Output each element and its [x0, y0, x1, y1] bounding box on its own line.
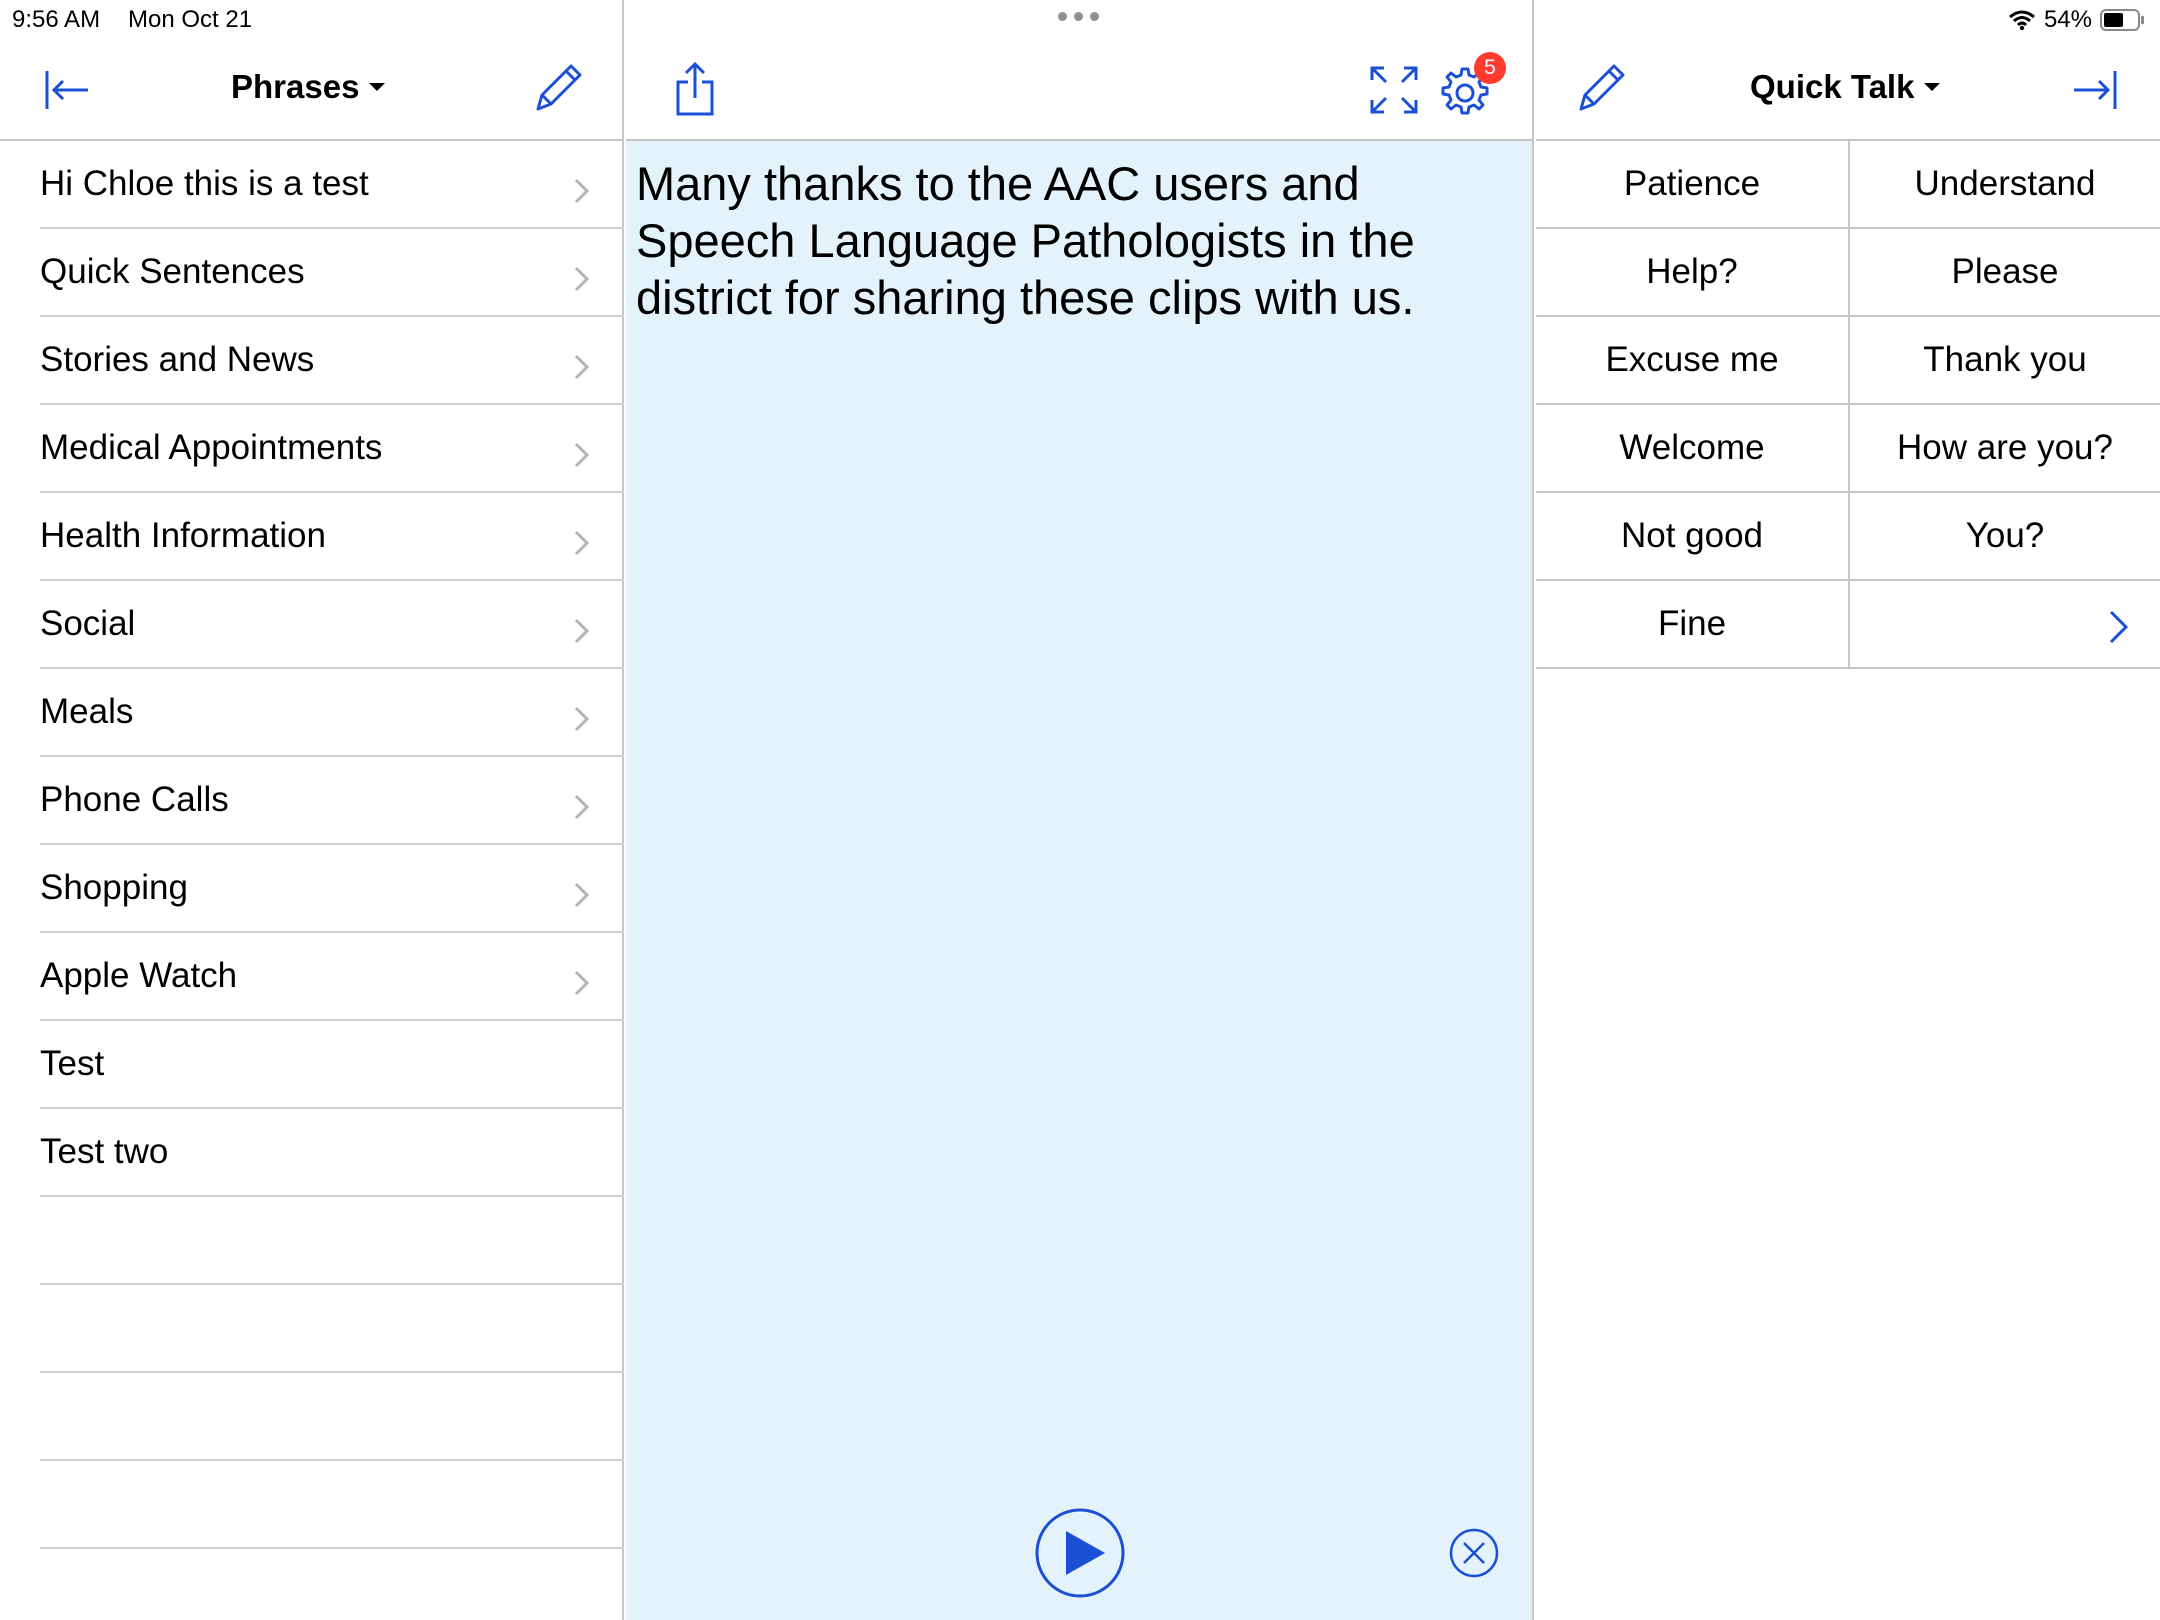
- dropdown-caret-icon: [1924, 83, 1941, 91]
- chevron-right-icon: [574, 349, 590, 389]
- status-date: Mon Oct 21: [128, 6, 253, 33]
- quick-talk-button[interactable]: Welcome: [1536, 405, 1848, 491]
- quick-talk-title: Quick Talk: [1750, 68, 1915, 105]
- list-item[interactable]: Phone Calls: [40, 757, 624, 845]
- multitask-handle[interactable]: [1058, 12, 1099, 21]
- status-time: 9:56 AM: [12, 6, 101, 33]
- message-panel: 5 Many thanks to the AAC users and Speec…: [626, 0, 1534, 1620]
- list-item-label: Apple Watch: [40, 956, 238, 995]
- list-item[interactable]: Test: [40, 1021, 624, 1109]
- list-item[interactable]: Social: [40, 581, 624, 669]
- chevron-right-icon: [574, 261, 590, 301]
- phrases-title: Phrases: [231, 68, 360, 105]
- quick-talk-button[interactable]: Patience: [1536, 141, 1848, 227]
- list-item[interactable]: Apple Watch: [40, 933, 624, 1021]
- dropdown-caret-icon: [369, 83, 386, 91]
- collapse-left-icon[interactable]: [44, 68, 90, 112]
- list-item[interactable]: Health Information: [40, 493, 624, 581]
- chevron-right-icon: [574, 613, 590, 653]
- wifi-icon: [2008, 10, 2035, 31]
- quick-talk-row: Excuse me Thank you: [1536, 317, 2160, 405]
- quick-talk-button[interactable]: Thank you: [1848, 317, 2160, 403]
- chevron-right-icon: [2109, 610, 2129, 644]
- status-bar: 9:56 AM Mon Oct 21 54%: [0, 0, 2160, 40]
- list-item[interactable]: Meals: [40, 669, 624, 757]
- settings-button[interactable]: 5: [1438, 52, 1506, 120]
- list-item-label: Quick Sentences: [40, 252, 305, 291]
- quick-talk-button[interactable]: You?: [1848, 493, 2160, 579]
- list-item[interactable]: Medical Appointments: [40, 405, 624, 493]
- list-item-label: Social: [40, 604, 136, 643]
- list-item-label: Test two: [40, 1132, 169, 1171]
- phrases-panel: Phrases Hi Chloe this is a test Quick Sen…: [0, 0, 624, 1620]
- phrases-list: Hi Chloe this is a test Quick Sentences St…: [40, 141, 624, 1549]
- list-item-label: Health Information: [40, 516, 326, 555]
- quick-talk-button[interactable]: How are you?: [1848, 405, 2160, 491]
- chevron-right-icon: [574, 789, 590, 829]
- phrases-title-dropdown[interactable]: Phrases: [231, 68, 386, 106]
- quick-talk-row: Not good You?: [1536, 493, 2160, 581]
- edit-pencil-icon[interactable]: [533, 62, 583, 114]
- next-page-button[interactable]: [1848, 581, 2160, 667]
- list-item-label: Hi Chloe this is a test: [40, 164, 369, 203]
- quick-talk-panel: Quick Talk Patience Understand Help? Please…: [1536, 0, 2160, 1620]
- quick-talk-button[interactable]: Excuse me: [1536, 317, 1848, 403]
- chevron-right-icon: [574, 525, 590, 565]
- expand-icon[interactable]: [1370, 66, 1418, 114]
- message-text[interactable]: Many thanks to the AAC users and Speech …: [636, 155, 1516, 326]
- empty-list-row: [40, 1285, 624, 1373]
- clear-x-icon[interactable]: [1448, 1527, 1500, 1579]
- empty-list-row: [40, 1461, 624, 1549]
- empty-list-row: [40, 1373, 624, 1461]
- list-item[interactable]: Stories and News: [40, 317, 624, 405]
- battery-percent: 54%: [2043, 6, 2092, 33]
- list-item[interactable]: Shopping: [40, 845, 624, 933]
- status-indicators: 54%: [2008, 6, 2146, 34]
- collapse-right-icon[interactable]: [2072, 68, 2118, 112]
- list-item-label: Medical Appointments: [40, 428, 383, 467]
- quick-talk-button[interactable]: Understand: [1848, 141, 2160, 227]
- chevron-right-icon: [574, 701, 590, 741]
- quick-talk-row: Fine: [1536, 581, 2160, 669]
- list-item-label: Stories and News: [40, 340, 315, 379]
- settings-badge: 5: [1474, 52, 1506, 84]
- chevron-right-icon: [574, 173, 590, 213]
- share-icon[interactable]: [676, 62, 714, 116]
- list-item-label: Meals: [40, 692, 134, 731]
- quick-talk-row: Welcome How are you?: [1536, 405, 2160, 493]
- chevron-right-icon: [574, 437, 590, 477]
- chevron-right-icon: [574, 877, 590, 917]
- quick-talk-title-dropdown[interactable]: Quick Talk: [1750, 68, 1941, 106]
- quick-talk-grid: Patience Understand Help? Please Excuse me Th…: [1536, 141, 2160, 669]
- quick-talk-row: Help? Please: [1536, 229, 2160, 317]
- empty-list-row: [40, 1197, 624, 1285]
- chevron-right-icon: [574, 965, 590, 1005]
- play-icon[interactable]: [1034, 1507, 1126, 1599]
- list-item[interactable]: Test two: [40, 1109, 624, 1197]
- quick-talk-button[interactable]: Fine: [1536, 581, 1848, 667]
- list-item-label: Shopping: [40, 868, 188, 907]
- battery-icon: [2100, 9, 2144, 31]
- list-item-label: Test: [40, 1044, 105, 1083]
- edit-pencil-icon[interactable]: [1576, 62, 1626, 114]
- list-item[interactable]: Hi Chloe this is a test: [40, 141, 624, 229]
- quick-talk-button[interactable]: Please: [1848, 229, 2160, 315]
- quick-talk-button[interactable]: Help?: [1536, 229, 1848, 315]
- list-item-label: Phone Calls: [40, 780, 229, 819]
- quick-talk-button[interactable]: Not good: [1536, 493, 1848, 579]
- quick-talk-row: Patience Understand: [1536, 141, 2160, 229]
- list-item[interactable]: Quick Sentences: [40, 229, 624, 317]
